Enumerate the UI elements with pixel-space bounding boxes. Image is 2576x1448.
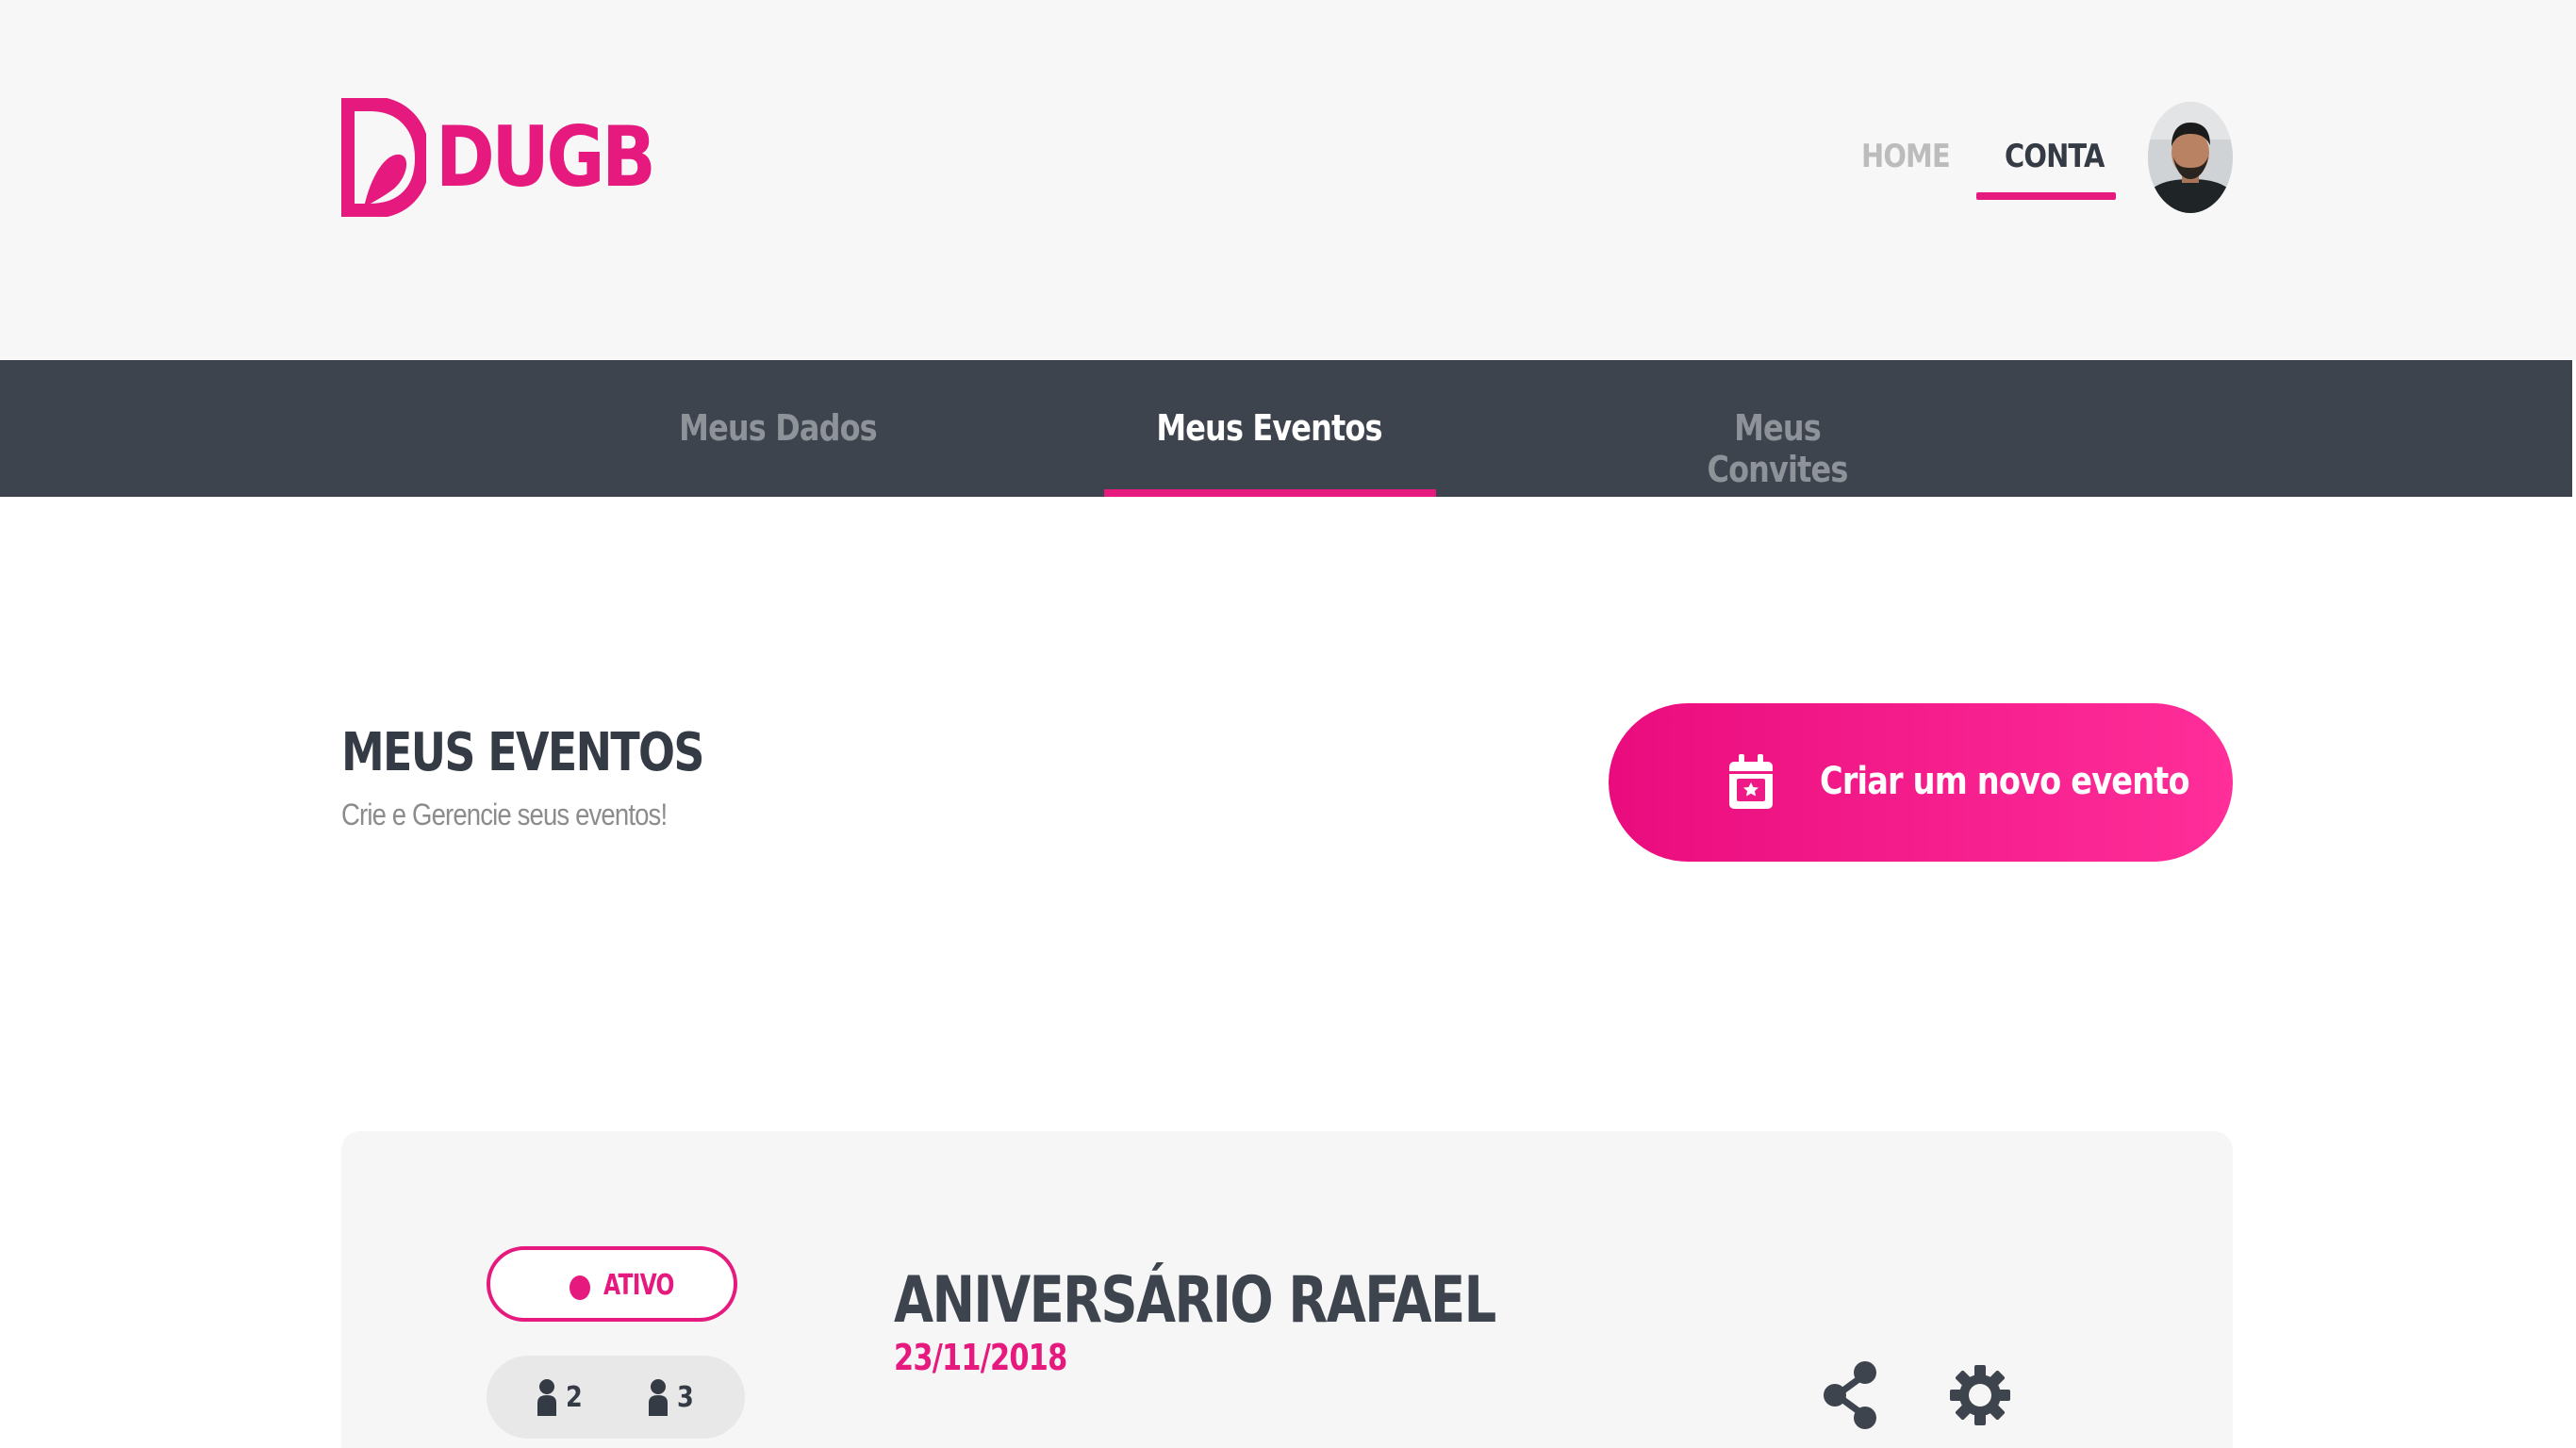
event-card[interactable]: ATIVO 2 3 ANIVERSÁRIO RAFAEL 23/11/2018 <box>341 1131 2233 1448</box>
calendar-star-icon <box>1729 754 1773 809</box>
page-subtitle: Crie e Gerencie seus eventos! <box>341 798 668 831</box>
event-date: 23/11/2018 <box>894 1337 1067 1378</box>
count-value-second: 3 <box>677 1380 694 1414</box>
nav-account-link[interactable]: CONTA <box>2005 138 2105 175</box>
dugb-logo-icon <box>341 98 426 217</box>
event-title[interactable]: ANIVERSÁRIO RAFAEL <box>894 1263 1496 1338</box>
nav-home-link[interactable]: HOME <box>1861 138 1951 175</box>
status-badge: ATIVO <box>487 1246 737 1322</box>
brand-name: DUGB <box>436 108 656 206</box>
tab-meus-eventos[interactable]: Meus Eventos <box>1130 407 1409 449</box>
person-icon <box>649 1379 668 1416</box>
top-header: DUGB HOME CONTA <box>0 0 2576 360</box>
settings-icon[interactable] <box>1948 1358 2012 1433</box>
tab-active-indicator <box>1104 489 1436 497</box>
tab-meus-convites[interactable]: Meus Convites <box>1662 407 1892 490</box>
page-title: MEUS EVENTOS <box>341 722 705 783</box>
nav-active-indicator <box>1976 192 2116 200</box>
create-event-label: Criar um novo evento <box>1820 760 2190 803</box>
user-avatar[interactable] <box>2148 102 2233 213</box>
count-value-first: 2 <box>566 1380 583 1414</box>
person-icon <box>537 1379 556 1416</box>
tab-meus-dados[interactable]: Meus Dados <box>679 407 878 449</box>
create-event-button[interactable]: Criar um novo evento <box>1609 703 2233 862</box>
status-dot-icon <box>570 1275 590 1300</box>
brand-logo[interactable]: DUGB <box>341 98 688 217</box>
share-icon[interactable] <box>1822 1358 1882 1433</box>
count-group-first: 2 <box>536 1378 586 1416</box>
guest-counts: 2 3 <box>487 1356 745 1439</box>
count-group-second: 3 <box>647 1378 697 1416</box>
account-sub-nav: Meus Dados Meus Eventos Meus Convites <box>0 360 2572 497</box>
status-label: ATIVO <box>603 1269 674 1302</box>
avatar-photo <box>2148 102 2233 213</box>
